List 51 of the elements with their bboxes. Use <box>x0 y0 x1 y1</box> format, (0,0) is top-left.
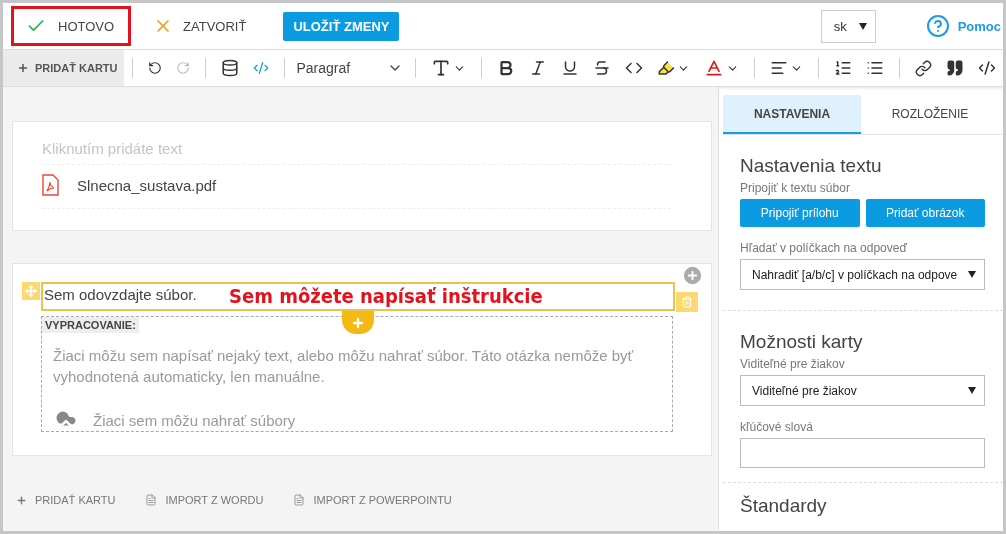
add-card-link[interactable]: PRIDAŤ KARTU <box>16 494 116 506</box>
underline-icon <box>561 59 579 77</box>
import-link[interactable]: IMPORT Z WORDU <box>145 494 264 506</box>
done-button[interactable]: HOTOVO <box>11 6 132 46</box>
link-icon <box>915 59 932 77</box>
section-title: Nastavenia textu <box>740 155 883 177</box>
section-title: Štandardy <box>740 495 828 517</box>
add-card-button[interactable]: PRIDAŤ KARTU <box>3 50 124 86</box>
numbered-list-icon <box>834 59 852 77</box>
trash-icon <box>681 296 693 308</box>
pdf-file-icon <box>42 174 59 196</box>
undo-icon <box>147 61 162 75</box>
answer-label: VYPRACOVANIE: <box>42 317 139 333</box>
bullet-list-icon <box>866 59 884 77</box>
upload-label: Žiaci sem môžu nahrať súbory <box>93 411 296 429</box>
language-select[interactable]: sk <box>820 9 876 43</box>
strikethrough-icon <box>593 59 611 77</box>
panel-tab[interactable]: NASTAVENIA <box>723 95 861 134</box>
field-label: Pripojiť k textu súbor <box>740 181 851 195</box>
plus-icon <box>17 62 29 74</box>
highlighter-icon <box>657 59 675 77</box>
italic-icon <box>529 59 547 77</box>
bold-icon <box>497 59 515 77</box>
field-label: kľúčové slová <box>740 420 814 434</box>
text-size-icon <box>431 58 451 78</box>
attachment-link[interactable]: Slnecna_sustava.pdf <box>77 176 217 194</box>
help-icon[interactable] <box>925 14 950 38</box>
annotation-text: Sem môžete napísať inštrukcie <box>229 284 543 308</box>
field-label: Hľadať v políčkach na odpoveď <box>740 241 908 255</box>
keywords-field[interactable] <box>740 438 985 468</box>
visibility-select[interactable]: Viditeľné pre žiakov <box>740 375 985 406</box>
quote-icon <box>946 59 964 77</box>
import-link[interactable]: IMPORT Z POWERPOINTU <box>293 494 452 506</box>
field-label: Viditeľné pre žiakov <box>740 357 846 371</box>
move-handle[interactable] <box>22 282 40 300</box>
redo-icon <box>175 61 190 75</box>
align-left-icon <box>770 59 788 77</box>
plus-icon <box>351 315 365 330</box>
plus-icon <box>16 494 27 506</box>
move-icon <box>25 285 37 297</box>
close-button[interactable]: ZATVORIŤ <box>141 8 259 44</box>
document-icon <box>145 494 158 506</box>
replace-select[interactable]: Nahradiť [a/b/c] v políčkach na odpove <box>740 259 985 290</box>
document-icon <box>293 494 306 506</box>
code-icon <box>978 59 996 77</box>
block-format-select[interactable]: Paragraf <box>292 60 407 76</box>
code-icon <box>252 60 269 76</box>
font-color-icon <box>704 58 724 78</box>
answer-note: Žiaci môžu sem napísať nejaký text, alebo môžu nahrať súbor. Táto otázka nemôže byť vyhodnotená automaticky, len manuálne. <box>53 346 635 387</box>
section-title: Možnosti karty <box>740 331 864 353</box>
database-icon <box>220 59 239 77</box>
